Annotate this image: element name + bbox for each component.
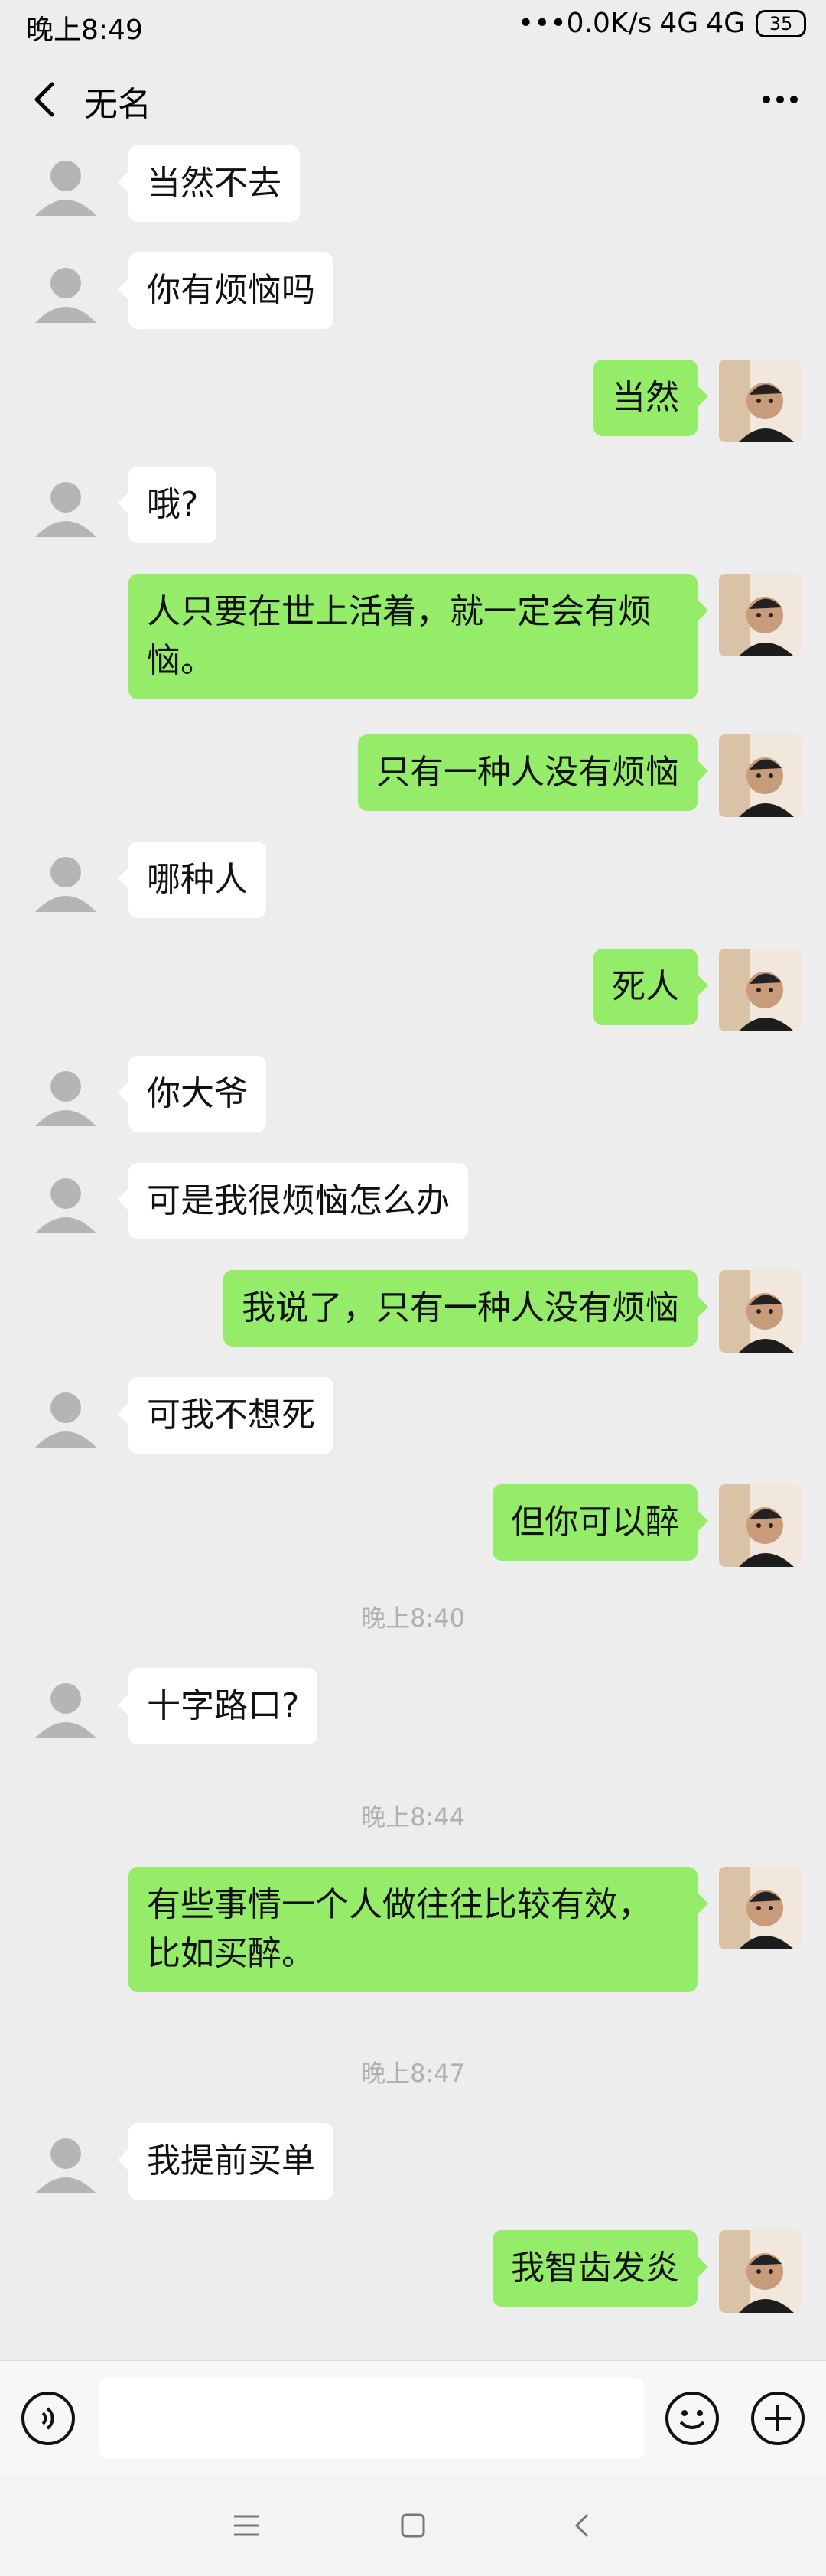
outgoing-bubble[interactable]: 我说了，只有一种人没有烦恼 [223,1270,708,1347]
input-bar [0,2360,826,2475]
outgoing-bubble[interactable]: 当然 [593,360,708,436]
contact-avatar[interactable] [24,1377,107,1460]
system-nav-bar [0,2475,826,2576]
message-text: 可是我很烦恼怎么办 [147,1181,450,1220]
contact-avatar[interactable] [24,145,107,228]
battery-icon: 35 [756,9,806,37]
incoming-bubble[interactable]: 可我不想死 [118,1377,333,1454]
my-avatar[interactable] [719,949,802,1031]
chat-header: 无名 [0,54,826,145]
incoming-bubble[interactable]: 可是我很烦恼怎么办 [118,1163,468,1239]
message-text: 你大爷 [147,1074,248,1113]
contact-avatar[interactable] [24,842,107,924]
incoming-bubble[interactable]: 哪种人 [118,842,266,918]
timestamp: 晚上8:47 [361,2059,465,2088]
message-text: 当然 [612,378,679,417]
my-avatar[interactable] [719,1867,802,1949]
outgoing-bubble[interactable]: 有些事情一个人做往往比较有效，比如买醉。 [128,1867,708,1992]
message-text: 可我不想死 [147,1395,315,1435]
message-text: 只有一种人没有烦恼 [376,753,679,792]
message-input[interactable] [99,2378,644,2459]
voice-icon[interactable] [20,2390,76,2447]
incoming-bubble[interactable]: 我提前买单 [118,2123,333,2200]
incoming-bubble[interactable]: 当然不去 [118,145,300,222]
emoji-icon[interactable] [664,2390,720,2447]
outgoing-bubble[interactable]: 我智齿发炎 [493,2230,708,2307]
more-icon[interactable] [757,77,803,122]
message-text: 你有烦恼吗 [147,271,315,310]
back-nav-icon[interactable] [566,2509,600,2542]
my-avatar[interactable] [719,360,802,442]
message-text: 我提前买单 [147,2141,315,2180]
chevron-left-icon[interactable] [23,77,69,122]
message-text: 但你可以醉 [511,1503,679,1542]
my-avatar[interactable] [719,734,802,817]
message-text: 当然不去 [147,164,281,203]
status-right: •••0.0K/s 4G 4G 35 [518,8,806,39]
menu-icon[interactable] [229,2509,263,2542]
chat-title: 无名 [84,85,151,124]
status-time: 晚上8:49 [26,15,143,46]
network-speed: •••0.0K/s [517,8,652,39]
timestamp: 晚上8:40 [361,1604,465,1633]
timestamp: 晚上8:44 [361,1803,465,1832]
contact-avatar[interactable] [24,1163,107,1246]
message-text: 哪种人 [147,860,248,899]
home-icon[interactable] [396,2509,430,2542]
outgoing-bubble[interactable]: 死人 [593,949,708,1025]
my-avatar[interactable] [719,2230,802,2313]
message-text: 我说了，只有一种人没有烦恼 [242,1288,679,1327]
contact-avatar[interactable] [24,467,107,549]
outgoing-bubble[interactable]: 只有一种人没有烦恼 [358,734,708,811]
incoming-bubble[interactable]: 十字路口? [117,1668,318,1744]
incoming-bubble[interactable]: 你有烦恼吗 [118,252,333,329]
plus-icon[interactable] [750,2390,806,2447]
message-text: 哦? [147,485,199,524]
my-avatar[interactable] [719,1484,802,1567]
message-text: 人只要在世上活着，就一定会有烦恼。 [147,592,652,680]
contact-avatar[interactable] [24,1056,107,1138]
message-text: 我智齿发炎 [511,2249,679,2288]
message-text: 死人 [612,967,679,1006]
status-bar: 晚上8:49 •••0.0K/s 4G 4G 35 [0,0,826,54]
my-avatar[interactable] [719,574,802,656]
contact-avatar[interactable] [24,1668,107,1750]
outgoing-bubble[interactable]: 人只要在世上活着，就一定会有烦恼。 [128,574,708,699]
chat-thread: 当然不去你有烦恼吗当然哦? 人只要在世上活着，就一定会有烦恼。只有一种人没有烦恼哪… [0,145,826,2360]
contact-avatar[interactable] [24,252,107,335]
incoming-bubble[interactable]: 你大爷 [118,1056,266,1132]
outgoing-bubble[interactable]: 但你可以醉 [493,1484,708,1561]
message-text: 十字路口? [147,1686,300,1725]
incoming-bubble[interactable]: 哦? [117,467,217,543]
contact-avatar[interactable] [24,2123,107,2206]
signal-2: 4G [706,8,745,39]
signal-1: 4G [659,8,699,39]
message-text: 有些事情一个人做往往比较有效，比如买醉。 [147,1885,652,1973]
my-avatar[interactable] [719,1270,802,1353]
